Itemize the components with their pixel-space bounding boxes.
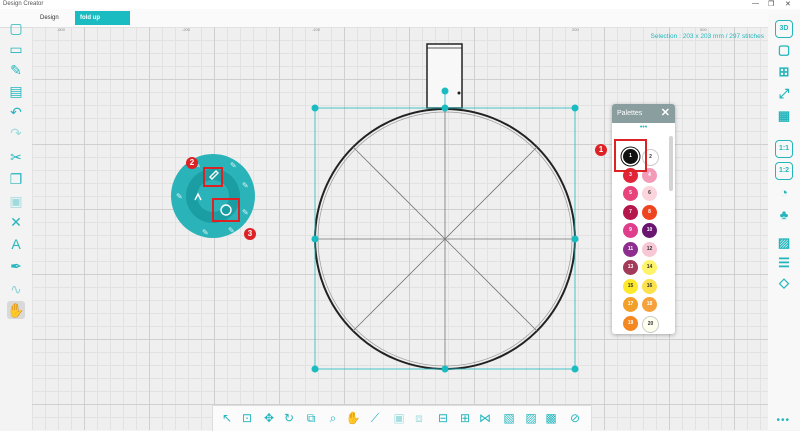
color-swatch-14[interactable]: 14: [642, 260, 657, 275]
align-icon[interactable]: ☰: [775, 254, 793, 272]
grid-icon[interactable]: ⊞: [775, 63, 793, 81]
open-folder-icon[interactable]: ▭: [7, 40, 25, 58]
delete-icon[interactable]: ✕: [7, 213, 25, 231]
resize-handle[interactable]: [571, 235, 579, 243]
brush-icon[interactable]: ✎: [176, 192, 183, 201]
print-icon[interactable]: ▤: [7, 82, 25, 100]
color-swatch-17[interactable]: 17: [623, 297, 638, 312]
close-palettes-icon[interactable]: ✕: [661, 104, 670, 123]
resize-handle[interactable]: [571, 104, 579, 112]
zoom-icon[interactable]: ⌕: [325, 410, 341, 426]
callout-badge-3: 3: [244, 228, 256, 240]
edit-document-icon[interactable]: ✎: [7, 61, 25, 79]
right-toolbar: 3D ▢ ⊞ ⤢ ▦ 1:1 1:2 ◔ ♣ ▨ ☰ ◇: [768, 14, 800, 430]
palette-scrollbar[interactable]: [669, 136, 673, 191]
color-swatch-18[interactable]: 18: [642, 297, 657, 312]
color-swatch-5[interactable]: 5: [623, 186, 638, 201]
brush-icon[interactable]: ✎: [242, 208, 249, 217]
measure-icon[interactable]: ⟋: [367, 410, 383, 426]
design-drawing: [311, 43, 579, 373]
palettes-title: Palettes: [617, 110, 643, 117]
fold-tab-shape[interactable]: [426, 43, 463, 109]
resize-handle[interactable]: [311, 104, 319, 112]
brush-icon[interactable]: ✎: [228, 226, 235, 235]
resize-handle[interactable]: [571, 365, 579, 373]
scale-1-1-icon[interactable]: 1:1: [775, 140, 793, 158]
brush-icon[interactable]: ✎: [202, 228, 209, 237]
color-swatch-15[interactable]: 15: [623, 278, 638, 294]
resize-handle[interactable]: [311, 235, 319, 243]
color-swatch-13[interactable]: 13: [623, 260, 638, 275]
brush-icon[interactable]: ✎: [242, 181, 249, 190]
zoom-1-2-icon[interactable]: 1:2: [775, 162, 793, 180]
image-icon[interactable]: ▧: [501, 410, 517, 426]
align-center-icon[interactable]: ⊟: [435, 410, 451, 426]
frame-icon[interactable]: ▢: [775, 41, 793, 59]
resize-handle[interactable]: [311, 365, 319, 373]
layers-icon[interactable]: ▨: [775, 234, 793, 252]
new-file-icon[interactable]: ▢: [7, 19, 25, 37]
move-icon[interactable]: ✥: [261, 410, 277, 426]
callout-badge-2: 2: [186, 157, 198, 169]
paste-icon[interactable]: ▣: [7, 192, 25, 210]
pen-tool-icon[interactable]: ✒: [7, 257, 25, 275]
cut-icon[interactable]: ✂: [7, 148, 25, 166]
redo-icon[interactable]: ↷: [7, 124, 25, 142]
flip-icon[interactable]: ⋈: [477, 410, 493, 426]
drag-handle-icon[interactable]: •••: [612, 124, 675, 133]
copy-icon[interactable]: ❐: [7, 170, 25, 188]
stitch-view-icon[interactable]: ▨: [523, 410, 539, 426]
stitch-tool-icon[interactable]: ✋: [7, 301, 25, 319]
hoop-icon[interactable]: ◔: [775, 184, 793, 202]
color-swatch-10[interactable]: 10: [642, 223, 657, 238]
fit-icon[interactable]: ⤢: [775, 85, 793, 103]
resize-icon[interactable]: ⊡: [239, 410, 255, 426]
hide-icon[interactable]: ⊘: [567, 410, 583, 426]
brush-icon[interactable]: ✎: [230, 161, 237, 170]
ungroup-icon[interactable]: ⧈: [411, 410, 427, 426]
realistic-view-icon[interactable]: ▩: [543, 410, 559, 426]
highlight-box-swatch: [614, 139, 647, 172]
highlight-box-circle: [212, 198, 240, 222]
color-swatch-12[interactable]: 12: [642, 241, 657, 257]
more-options-icon[interactable]: •••: [776, 415, 790, 426]
color-swatch-8[interactable]: 8: [642, 204, 657, 220]
rotate-icon[interactable]: ↻: [281, 410, 297, 426]
color-swatch-6[interactable]: 6: [642, 186, 657, 201]
group-icon[interactable]: ▣: [391, 410, 407, 426]
palettes-header[interactable]: Palettes ✕: [612, 104, 675, 123]
resize-handle[interactable]: [441, 365, 449, 373]
distribute-icon[interactable]: ⊞: [457, 410, 473, 426]
callout-badge-1: 1: [595, 144, 607, 156]
color-swatch-19[interactable]: 19: [623, 315, 638, 331]
node-tool-icon[interactable]: ∿: [7, 280, 25, 298]
pan-icon[interactable]: ✋: [345, 410, 361, 426]
highlight-box-pencil: [203, 167, 223, 187]
display-icon[interactable]: ▦: [775, 107, 793, 125]
color-swatch-9[interactable]: 9: [623, 223, 638, 238]
color-swatch-11[interactable]: 11: [623, 241, 638, 257]
color-swatch-16[interactable]: 16: [642, 278, 657, 294]
bottom-toolbar: ↖ ⊡ ✥ ↻ ⧉ ⌕ ✋ ⟋ ▣ ⧈ ⊟ ⊞ ⋈ ▧ ▨ ▩ ⊘: [212, 405, 592, 431]
color-swatch-20[interactable]: 20: [642, 315, 659, 333]
select-icon[interactable]: ↖: [219, 410, 235, 426]
mirror-icon[interactable]: ⧉: [303, 410, 319, 426]
undo-icon[interactable]: ↶: [7, 103, 25, 121]
text-tool-icon[interactable]: A: [7, 235, 25, 253]
stack-icon[interactable]: ◇: [775, 274, 793, 292]
3d-view-icon[interactable]: 3D: [775, 20, 793, 38]
color-swatch-7[interactable]: 7: [623, 204, 638, 220]
color-icon[interactable]: ♣: [775, 206, 793, 224]
